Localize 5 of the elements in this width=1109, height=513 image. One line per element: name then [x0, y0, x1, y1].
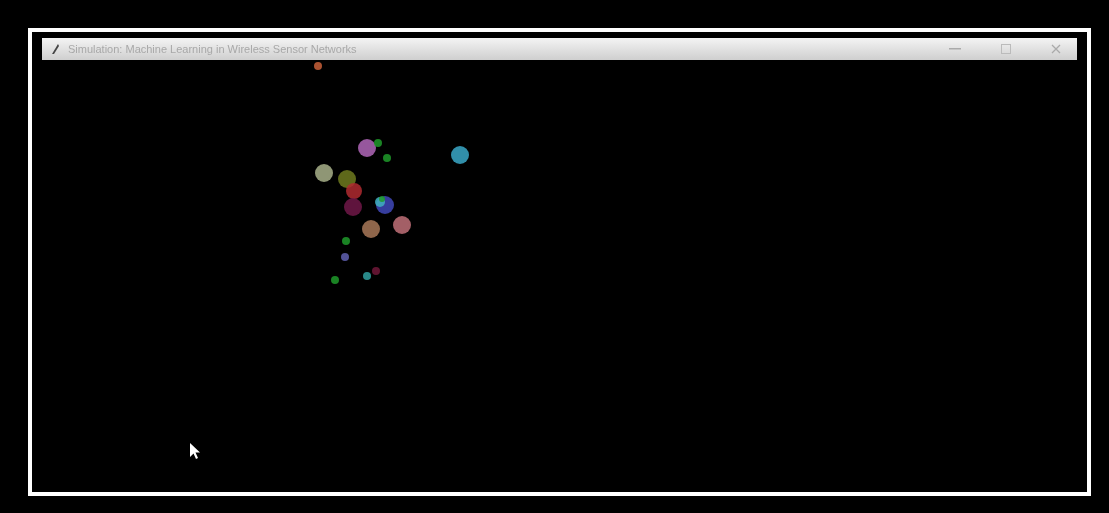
- mouse-cursor-icon: [190, 443, 201, 459]
- app-icon: [50, 43, 60, 55]
- maximize-icon[interactable]: [1001, 44, 1011, 54]
- minimize-icon[interactable]: [949, 48, 961, 50]
- close-icon[interactable]: [1051, 44, 1061, 54]
